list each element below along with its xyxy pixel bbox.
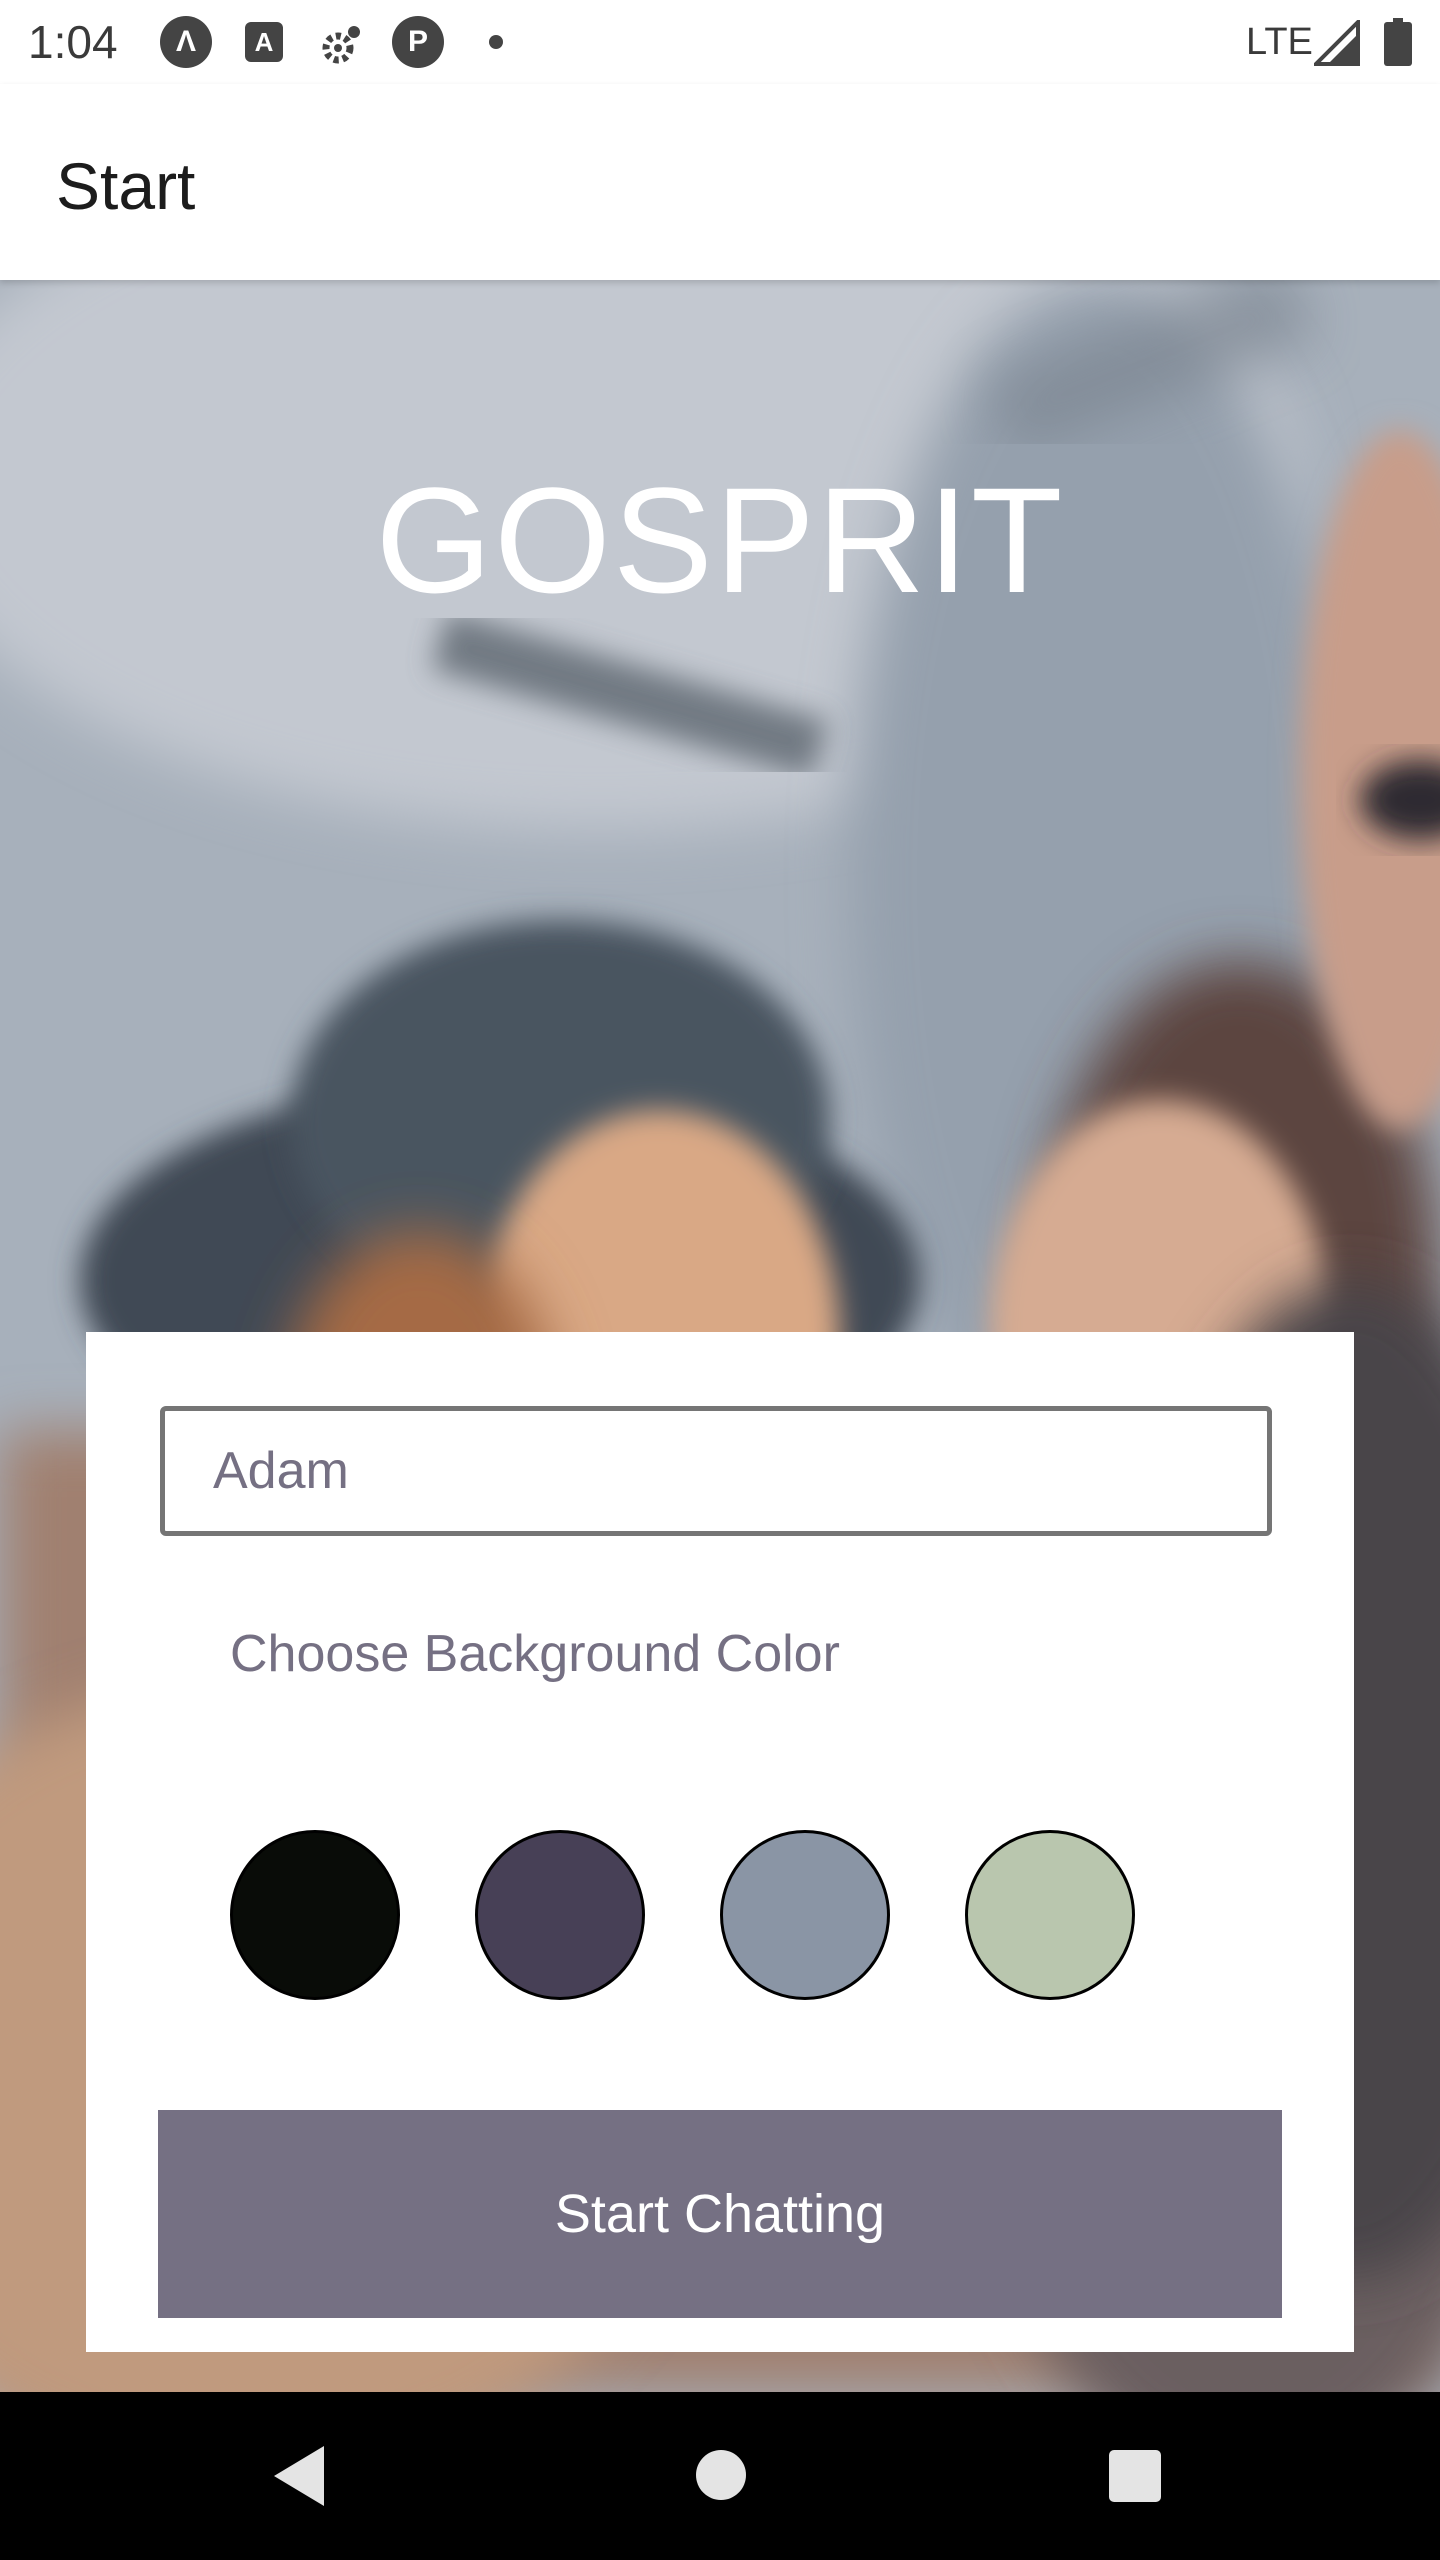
text-box-icon: A xyxy=(245,22,283,62)
home-icon[interactable] xyxy=(696,2450,746,2500)
color-swatch-grey-blue[interactable] xyxy=(720,1830,890,2000)
p-icon: P xyxy=(392,16,444,68)
name-input[interactable] xyxy=(160,1406,1272,1536)
a-icon: Λ xyxy=(160,16,212,68)
start-chatting-button[interactable]: Start Chatting xyxy=(158,2110,1282,2318)
app-title: GOSPRIT xyxy=(375,456,1065,624)
settings-icon xyxy=(322,26,360,64)
color-swatch-purple[interactable] xyxy=(475,1830,645,2000)
start-form-card: Choose Background Color Start Chatting xyxy=(86,1332,1354,2352)
screen: 1:04 Λ A P LTE Start GOSPRIT Adam Choose… xyxy=(0,0,1440,2560)
app-bar-title: Start xyxy=(56,149,196,223)
navigation-bar xyxy=(0,2392,1440,2560)
status-time: 1:04 xyxy=(28,16,118,68)
battery-icon xyxy=(1384,18,1412,66)
recents-icon[interactable] xyxy=(1109,2450,1161,2502)
dot-icon xyxy=(489,35,503,49)
back-icon[interactable] xyxy=(268,2436,348,2516)
color-swatch-black[interactable] xyxy=(230,1830,400,2000)
signal-icon xyxy=(1314,20,1360,66)
color-label: Choose Background Color xyxy=(230,1625,840,1683)
color-swatch-green[interactable] xyxy=(965,1830,1135,2000)
app-bar: Start xyxy=(0,84,1440,280)
network-type: LTE xyxy=(1246,21,1313,63)
status-bar: 1:04 Λ A P LTE xyxy=(0,0,1440,84)
